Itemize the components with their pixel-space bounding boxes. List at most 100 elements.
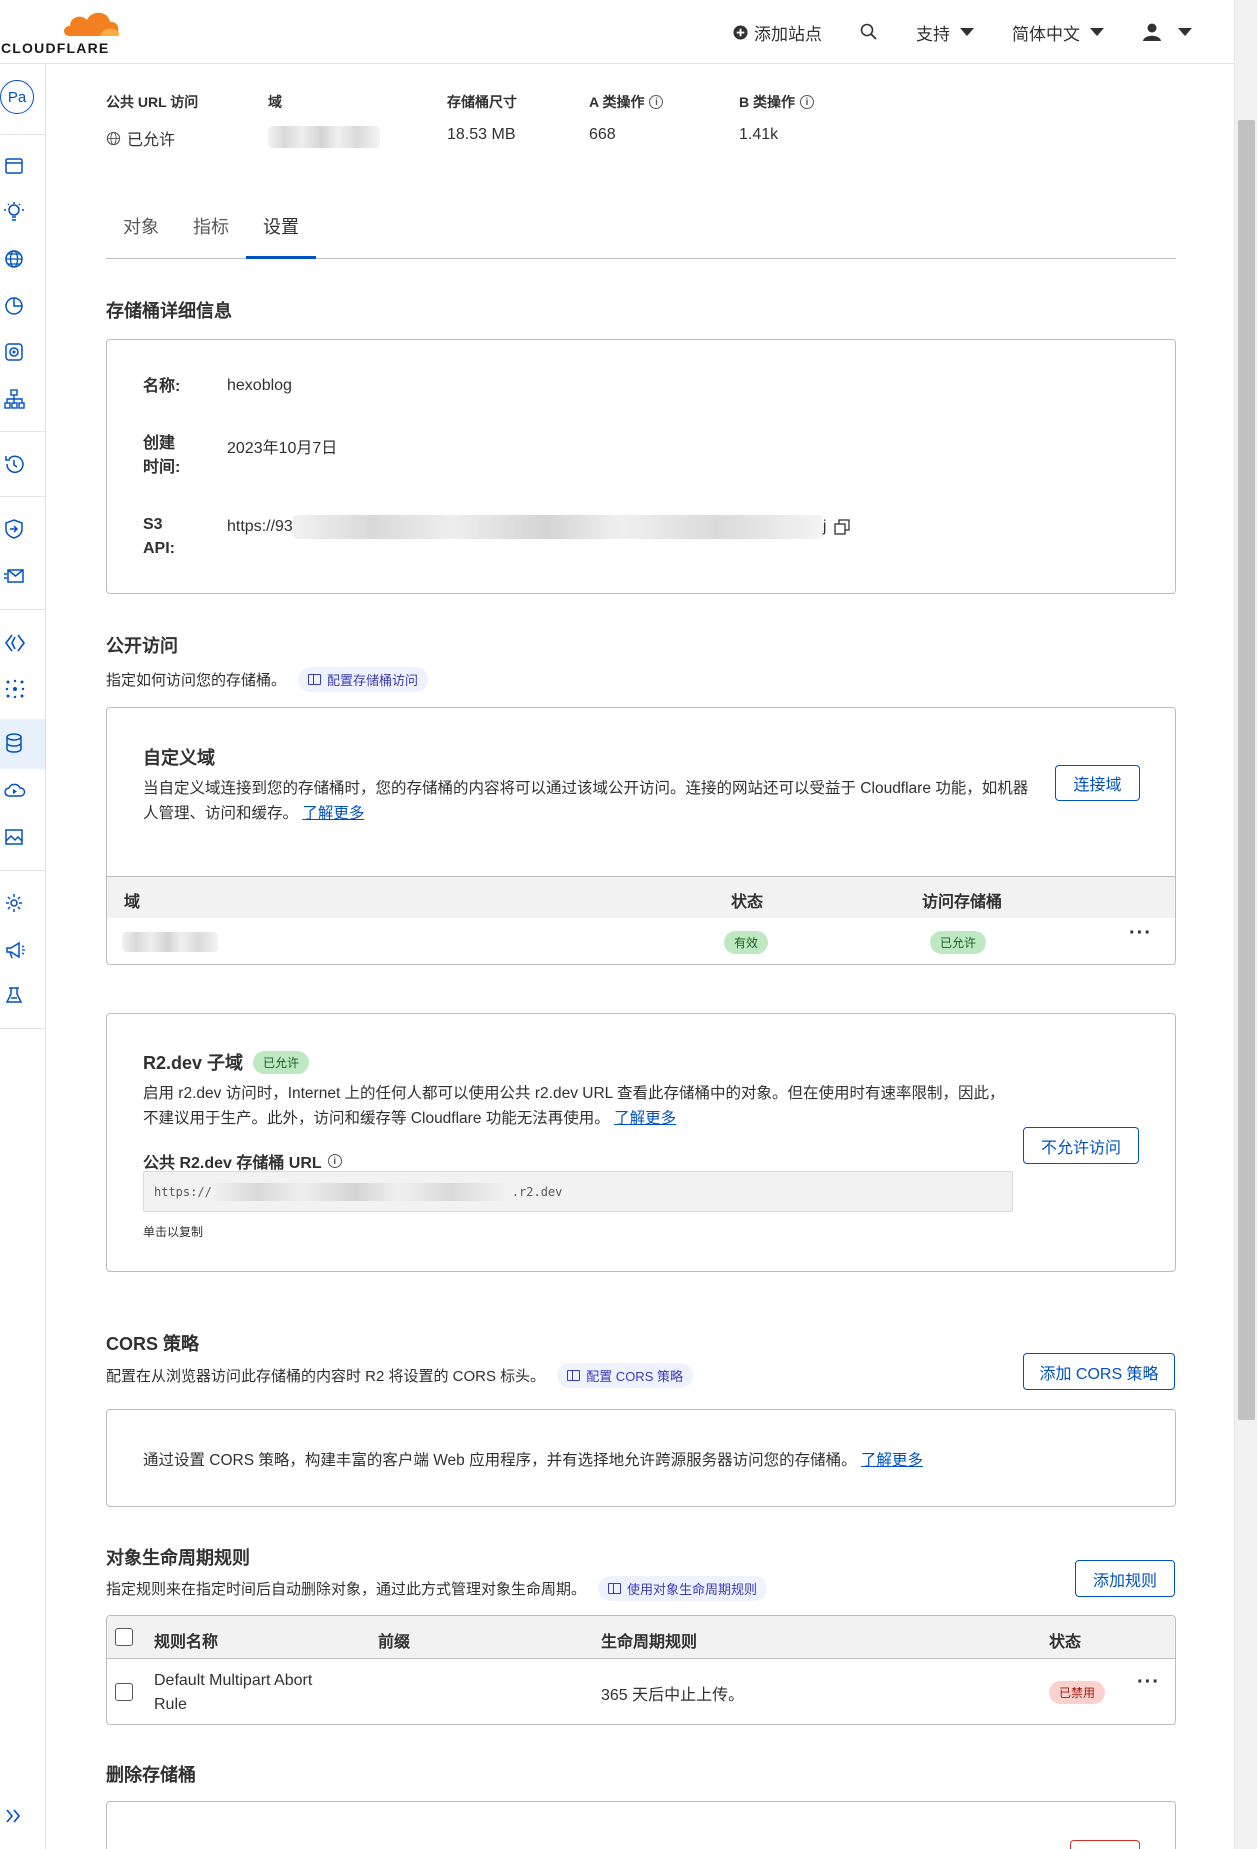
globe-icon[interactable] [4,248,26,270]
r2dev-url-suffix: .r2.dev [511,1184,563,1199]
stat-size-value: 18.53 MB [447,126,516,143]
stat-class-a: A 类操作 i 668 [589,92,739,150]
sidebar-divider [0,609,45,610]
class-a-label-text: A 类操作 [589,94,645,110]
info-icon[interactable]: i [800,95,814,109]
disallow-access-button[interactable]: 不允许访问 [1023,1127,1139,1164]
configure-cors-doc-link[interactable]: 配置 CORS 策略 [557,1363,693,1388]
s3-api-url: https://93 [227,518,293,535]
rule-description: 365 天后中止上传。 [601,1687,745,1704]
r2dev-learn-more-link[interactable]: 了解更多 [614,1110,676,1127]
public-access-title: 公开访问 [106,636,178,656]
workers-icon[interactable] [4,632,26,654]
add-rule-button[interactable]: 添加规则 [1075,1560,1175,1597]
sidebar-divider [0,134,45,135]
add-site-label: 添加站点 [754,24,822,44]
account-avatar[interactable]: Pa [0,80,34,114]
stat-class-a-value: 668 [589,126,616,143]
stat-public-url-value: 已允许 [106,126,268,150]
stat-domain-label: 域 [268,94,282,110]
book-icon [608,1583,622,1594]
language-label: 简体中文 [1012,24,1080,44]
cors-desc: 配置在从浏览器访问此存储桶的内容时 R2 将设置的 CORS 标头。 [106,1368,546,1385]
globe-icon [106,131,121,145]
websites-icon[interactable] [4,155,26,177]
lightbulb-icon[interactable] [4,201,26,223]
details-title: 存储桶详细信息 [106,301,232,321]
scrollbar-thumb[interactable] [1238,120,1255,1420]
expand-sidebar-icon[interactable] [4,1805,26,1827]
stat-size-label: 存储桶尺寸 [447,94,517,110]
table-row: Default Multipart Abort Rule 365 天后中止上传。… [107,1659,1175,1725]
add-site-button[interactable]: 添加站点 [733,20,822,45]
connect-domain-button[interactable]: 连接域 [1055,765,1140,801]
book-icon [567,1370,581,1381]
row-checkbox[interactable] [115,1683,133,1701]
security-center-icon[interactable] [4,341,26,363]
row-actions-menu[interactable]: ··· [1129,922,1152,945]
r2dev-desc-text: 启用 r2.dev 访问时，Internet 上的任何人都可以使用公共 r2.d… [143,1085,1005,1127]
domain-table-header: 域 状态 访问存储桶 [107,876,1175,918]
rule-name: Default Multipart Abort Rule [154,1672,313,1713]
bucket-stats: 公共 URL 访问 已允许 域 存储桶尺寸 18.53 MB A 类操作 i 66… [106,92,1176,150]
col-rule-status: 状态 [1049,1634,1082,1651]
settings-gear-icon[interactable] [4,892,26,914]
page-scrollbar[interactable] [1234,0,1257,1849]
lifecycle-doc-link[interactable]: 使用对象生命周期规则 [598,1576,768,1601]
cors-title: CORS 策略 [106,1334,200,1354]
custom-domain-learn-more-link[interactable]: 了解更多 [302,805,364,822]
info-icon[interactable]: i [327,1154,342,1168]
r2dev-title-row: R2.dev 子域 已允许 [143,1049,310,1075]
r2-storage-icon[interactable] [4,732,26,754]
lifecycle-desc: 指定规则来在指定时间后自动删除对象，通过此方式管理对象生命周期。 [106,1581,587,1598]
cloudflare-logo[interactable]: CLOUDFLARE [0,6,124,56]
domain-access-badge: 已允许 [930,931,987,954]
chevron-down-icon [1090,28,1104,36]
user-menu[interactable] [1142,22,1192,42]
ai-sparkle-icon[interactable] [4,678,26,700]
email-icon[interactable] [4,565,26,587]
sidebar-divider [0,1028,45,1029]
search-button[interactable] [860,23,878,41]
analytics-pie-icon[interactable] [4,295,26,317]
r2dev-url-field[interactable]: https:// .r2.dev [143,1171,1013,1212]
cors-learn-more-link[interactable]: 了解更多 [861,1452,923,1469]
images-icon[interactable] [4,826,26,848]
copy-icon[interactable] [834,519,851,535]
tab-metrics[interactable]: 指标 [176,209,246,259]
stat-class-b-value: 1.41k [739,126,779,143]
cors-doc-link-label: 配置 CORS 策略 [586,1369,683,1384]
delete-bucket-title: 删除存储桶 [106,1765,196,1785]
delete-bucket-button[interactable] [1070,1840,1140,1849]
tab-objects[interactable]: 对象 [106,209,176,259]
configure-bucket-access-doc-link[interactable]: 配置存储桶访问 [298,667,429,692]
beta-flask-icon[interactable] [4,985,26,1007]
add-cors-policy-button[interactable]: 添加 CORS 策略 [1023,1353,1175,1390]
custom-domain-card: 自定义域 当自定义域连接到您的存储桶时，您的存储桶的内容将可以通过该域公开访问。… [106,707,1176,965]
redacted-custom-domain [122,932,218,952]
language-menu[interactable]: 简体中文 [1012,20,1104,45]
history-icon[interactable] [4,453,26,475]
custom-domain-desc: 当自定义域连接到您的存储桶时，您的存储桶的内容将可以通过该域公开访问。连接的网站… [143,776,1038,826]
megaphone-icon[interactable] [4,939,26,961]
zero-trust-icon[interactable] [4,518,26,540]
stream-cloud-icon[interactable] [4,779,26,801]
lifecycle-subtitle: 指定规则来在指定时间后自动删除对象，通过此方式管理对象生命周期。 使用对象生命周… [106,1576,768,1601]
support-menu[interactable]: 支持 [916,20,974,45]
chevron-down-icon [1178,28,1192,36]
tab-settings[interactable]: 设置 [246,209,316,259]
network-tree-icon[interactable] [4,388,26,410]
delete-bucket-card [106,1801,1176,1849]
name-label: 名称: [143,378,181,395]
redacted-s3-url [292,515,823,539]
info-icon[interactable]: i [649,95,664,109]
s3-api-value: https://93 j [227,515,851,539]
cloudflare-cloud-icon [64,12,120,36]
lifecycle-table-header: 规则名称 前缀 生命周期规则 状态 [107,1616,1175,1659]
s3-api-label: S3 API: [143,516,175,557]
r2dev-subdomain-card: R2.dev 子域 已允许 启用 r2.dev 访问时，Internet 上的任… [106,1013,1176,1272]
lifecycle-title: 对象生命周期规则 [106,1548,250,1568]
row-actions-menu[interactable]: ··· [1137,1671,1160,1694]
select-all-checkbox[interactable] [115,1628,133,1646]
stat-domain: 域 [268,92,447,150]
